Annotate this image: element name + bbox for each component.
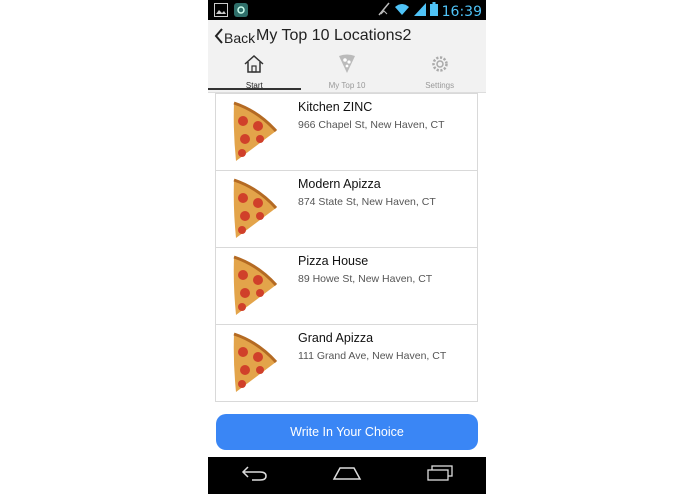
status-time: 16:39: [441, 3, 482, 20]
tab-my-top-10[interactable]: My Top 10: [301, 54, 394, 90]
pizza-slice-icon: [230, 178, 278, 245]
navigation-bar: [208, 457, 486, 494]
chevron-left-icon: [214, 28, 224, 47]
location-address: 874 State St, New Haven, CT: [298, 196, 436, 208]
tab-start-label: Start: [245, 81, 263, 90]
location-address: 89 Howe St, New Haven, CT: [298, 273, 433, 285]
signal-off-icon: [378, 2, 390, 21]
tab-bar: Start My Top 10 Settings: [208, 54, 486, 90]
list-item[interactable]: Kitchen ZINC 966 Chapel St, New Haven, C…: [215, 93, 478, 171]
home-icon: [332, 465, 362, 486]
locations-list: Kitchen ZINC 966 Chapel St, New Haven, C…: [215, 93, 478, 402]
status-bar: 16:39: [208, 0, 486, 20]
tab-my-top-10-label: My Top 10: [328, 81, 366, 90]
gear-icon: [429, 54, 451, 79]
location-address: 966 Chapel St, New Haven, CT: [298, 119, 445, 131]
nav-home-button[interactable]: [327, 464, 367, 488]
recents-icon: [426, 465, 454, 486]
list-item[interactable]: Pizza House 89 Howe St, New Haven, CT: [215, 248, 478, 325]
back-label: Back: [224, 29, 256, 46]
back-button[interactable]: Back: [214, 28, 255, 47]
location-name: Modern Apizza: [298, 177, 381, 191]
location-address: 111 Grand Ave, New Haven, CT: [298, 350, 447, 362]
location-name: Pizza House: [298, 254, 369, 268]
action-bar: Back My Top 10 Locations2 Start My Top 1…: [208, 20, 486, 93]
tab-start[interactable]: Start: [208, 54, 301, 90]
list-item[interactable]: Grand Apizza 111 Grand Ave, New Haven, C…: [215, 325, 478, 402]
list-item[interactable]: Modern Apizza 874 State St, New Haven, C…: [215, 171, 478, 248]
location-name: Kitchen ZINC: [298, 100, 373, 114]
pizza-slice-icon: [230, 332, 278, 399]
page-title: My Top 10 Locations2: [256, 27, 412, 44]
pizza-icon: [336, 54, 358, 79]
write-in-button[interactable]: Write In Your Choice: [216, 414, 478, 450]
tab-settings[interactable]: Settings: [393, 54, 486, 90]
pizza-slice-icon: [230, 255, 278, 322]
cell-signal-icon: [413, 2, 426, 21]
home-icon: [243, 54, 265, 79]
location-name: Grand Apizza: [298, 331, 374, 345]
nav-recents-button[interactable]: [420, 464, 460, 488]
phone-screen: 16:39 Back My Top 10 Locations2 Start My…: [208, 0, 486, 494]
wifi-icon: [394, 3, 410, 21]
nav-back-button[interactable]: [234, 464, 274, 488]
tab-settings-label: Settings: [425, 81, 455, 90]
pizza-slice-icon: [230, 101, 278, 168]
back-icon: [240, 465, 268, 486]
battery-icon: [429, 2, 438, 21]
